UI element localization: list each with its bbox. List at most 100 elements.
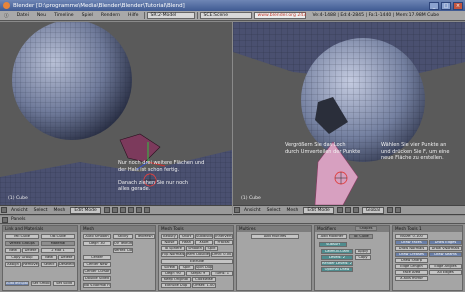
keep-original-toggle[interactable]: Keep Original: [161, 277, 191, 282]
rem-doubles-button[interactable]: Rem Doubles: [186, 252, 210, 257]
scene-selector[interactable]: SCE:Scene: [200, 12, 253, 19]
fractal-button[interactable]: Fractal: [214, 240, 233, 245]
beauty-toggle[interactable]: Beauty: [161, 234, 178, 239]
editor-type-icon[interactable]: [234, 207, 240, 213]
select-button[interactable]: Select: [41, 262, 57, 267]
viewport-right[interactable]: Vergrößern Sie das Loch durch Umverteile…: [233, 22, 465, 205]
double-sided-toggle[interactable]: Double Sided: [83, 276, 111, 281]
edge-length-toggle[interactable]: Edge Length: [395, 264, 428, 269]
menu-select[interactable]: Select: [31, 208, 51, 213]
maximize-button[interactable]: □: [441, 1, 451, 10]
xsort-button[interactable]: Xsort: [195, 240, 213, 245]
menu-hilfe[interactable]: Hilfe: [124, 13, 142, 18]
draw-seams-toggle[interactable]: Draw Seams: [429, 252, 462, 257]
turns-field[interactable]: Turns: 1: [211, 271, 233, 276]
set-solid-button[interactable]: Set Solid: [53, 281, 75, 286]
edge-select-icon[interactable]: [135, 207, 142, 213]
menu-rendern[interactable]: Rendern: [97, 13, 124, 18]
screen-selector[interactable]: SR:2-Model: [147, 12, 196, 19]
draw-vnormals-toggle[interactable]: Draw VNormals: [429, 246, 462, 251]
menu-timeline[interactable]: Timeline: [50, 13, 78, 18]
object-datablock-field[interactable]: OB:Cube: [41, 234, 75, 239]
degr-field[interactable]: Degr: 90: [161, 271, 185, 276]
catmull-clark-selector[interactable]: Catmull-Clark: [321, 249, 353, 254]
split-button[interactable]: Split: [205, 246, 218, 251]
x-axis-mirror-toggle[interactable]: X-axis mirror: [395, 276, 428, 281]
edge-angles-toggle[interactable]: Edge Angles: [429, 264, 462, 269]
mode-selector[interactable]: Edit Mode: [303, 206, 334, 214]
hash-button[interactable]: Hash: [179, 240, 194, 245]
short-toggle[interactable]: Short: [179, 234, 194, 239]
tab-shapes[interactable]: Shapes: [355, 226, 377, 231]
subsurf-modifier-name[interactable]: Subsurf: [319, 242, 347, 247]
panels-menu[interactable]: Panels: [8, 217, 28, 222]
mesh-datablock-field[interactable]: ME:Cube: [5, 234, 39, 239]
editor-type-icon[interactable]: [1, 207, 7, 213]
steps-field[interactable]: Steps: 9: [186, 271, 210, 276]
delete-material-button[interactable]: Delete: [58, 255, 75, 260]
manipulator-icon[interactable]: [352, 207, 359, 213]
limit-field[interactable]: Limit: 0.001: [211, 252, 233, 257]
add-modifier-button[interactable]: Add Modifier: [317, 234, 347, 239]
spin-button[interactable]: Spin: [179, 265, 194, 270]
info-icon[interactable]: ⓘ: [0, 13, 13, 19]
draw-faces-toggle[interactable]: Draw Faces: [395, 240, 428, 245]
vertex-color-button[interactable]: Vertex Color: [113, 248, 133, 253]
render-levels-field[interactable]: Render Levels: 2: [321, 261, 353, 266]
autotexspace-toggle[interactable]: AutoTexSpace: [5, 281, 29, 286]
smooth-button[interactable]: Smooth: [186, 246, 204, 251]
vertex-select-icon[interactable]: [127, 207, 134, 213]
assign-button[interactable]: Assign: [5, 262, 21, 267]
draw-type-icon[interactable]: [103, 207, 110, 213]
degr-field[interactable]: Degr: 30: [83, 241, 111, 246]
add-multires-button[interactable]: Add Multires: [251, 234, 299, 239]
offset-field[interactable]: Offset: 1.00: [192, 283, 216, 288]
menu-select[interactable]: Select: [264, 208, 284, 213]
new-vgroup-button[interactable]: New: [5, 248, 21, 253]
extrude-button[interactable]: Extrude: [161, 259, 233, 264]
pivot-icon[interactable]: [111, 207, 118, 213]
copy-group-button[interactable]: Copy Group: [5, 255, 39, 260]
spin-dup-button[interactable]: Spin Dup: [195, 265, 213, 270]
levels-field[interactable]: Levels: 2: [321, 255, 353, 260]
face-select-icon[interactable]: [143, 207, 150, 213]
subdivide-button[interactable]: Subdivide: [195, 234, 213, 239]
menu-mesh[interactable]: Mesh: [284, 208, 302, 213]
center-cursor-button[interactable]: Center Cursor: [83, 269, 111, 274]
delete-vgroup-button[interactable]: Delete: [22, 248, 39, 253]
viewport-left[interactable]: Nur noch drei weitere Flächen und der Ha…: [0, 22, 232, 205]
all-edges-toggle[interactable]: All Edges: [429, 270, 462, 275]
new-material-button[interactable]: New: [41, 255, 57, 260]
sticky-button[interactable]: Sticky: [113, 234, 133, 239]
menu-ansicht[interactable]: Ansicht: [241, 208, 264, 213]
innervert-button[interactable]: Innervert: [214, 234, 233, 239]
draw-creases-toggle[interactable]: Draw Creases: [395, 252, 428, 257]
minimize-button[interactable]: _: [429, 1, 439, 10]
draw-normals-toggle[interactable]: Draw Normals: [395, 246, 428, 251]
manipulator-icon[interactable]: [119, 207, 126, 213]
texmesh-field[interactable]: TexMesh: [135, 234, 155, 239]
center-new-button[interactable]: Center New: [83, 262, 111, 267]
draw-sharp-toggle[interactable]: Draw Sharp: [395, 258, 428, 263]
auto-smooth-toggle[interactable]: Auto Smooth: [83, 234, 111, 239]
transform-orientation-selector[interactable]: Global: [361, 206, 385, 214]
pivot-icon[interactable]: [344, 207, 351, 213]
noise-button[interactable]: Noise: [161, 240, 178, 245]
nsize-field[interactable]: NSize: 0.100: [395, 234, 428, 239]
screw-button[interactable]: Screw: [161, 265, 178, 270]
menu-datei[interactable]: Datei: [13, 13, 33, 18]
flip-normals-button[interactable]: Flip Normals: [161, 252, 185, 257]
uv-texture-button[interactable]: UV Texture: [113, 241, 133, 246]
menu-neu[interactable]: Neu: [33, 13, 50, 18]
mode-selector[interactable]: Edit Mode: [70, 206, 101, 214]
menu-ansicht[interactable]: Ansicht: [8, 208, 31, 213]
blender-url[interactable]: www.blender.org 243: [254, 12, 307, 19]
set-smooth-button[interactable]: Set Smoo: [31, 281, 51, 286]
copy-button[interactable]: Copy: [355, 255, 371, 260]
face-area-toggle[interactable]: Face Area: [395, 270, 428, 275]
optimal-draw-toggle[interactable]: Optimal Draw: [321, 267, 353, 272]
to-sphere-button[interactable]: To Sphere: [161, 246, 185, 251]
draw-edges-toggle[interactable]: Draw Edges: [429, 240, 462, 245]
deselect-button[interactable]: Deselect: [58, 262, 75, 267]
remove-button[interactable]: Remove: [22, 262, 39, 267]
